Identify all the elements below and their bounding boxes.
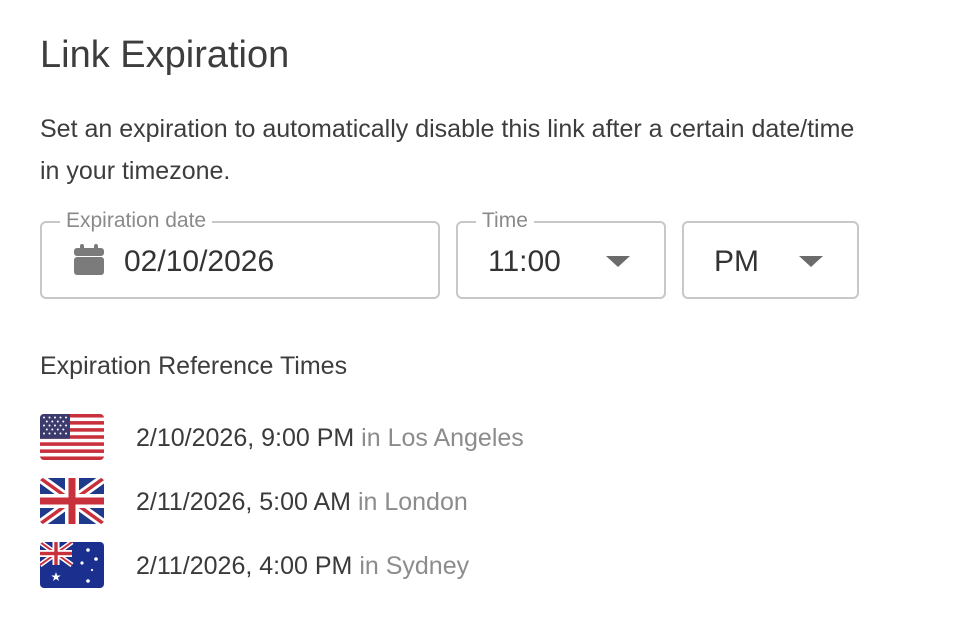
ampm-select[interactable]: PM xyxy=(682,221,859,299)
reference-city: in Los Angeles xyxy=(361,424,524,452)
reference-time: 2/10/2026, 9:00 PM xyxy=(136,424,355,452)
reference-row-london: 2/11/2026, 5:00 AM in London xyxy=(40,478,740,526)
reference-row-sydney: 2/11/2026, 4:00 PM in Sydney xyxy=(40,542,740,590)
reference-city: in Sydney xyxy=(359,552,470,580)
description: Set an expiration to automatically disab… xyxy=(40,115,855,185)
expiration-date-label: Expiration date xyxy=(60,208,213,234)
reference-row-los-angeles: 2/10/2026, 9:00 PM in Los Angeles xyxy=(40,414,740,462)
page-title: Link Expiration xyxy=(40,34,290,76)
reference-city: in London xyxy=(357,488,468,516)
reference-times-heading: Expiration Reference Times xyxy=(40,352,348,380)
reference-text: 2/11/2026, 4:00 PM in Sydney xyxy=(136,550,469,582)
calendar-icon[interactable] xyxy=(72,243,106,277)
expiration-date-field[interactable]: Expiration date 02/10/2026 xyxy=(40,208,440,299)
reference-text: 2/11/2026, 5:00 AM in London xyxy=(136,486,468,518)
au-flag-icon xyxy=(40,542,104,588)
time-label: Time xyxy=(476,208,534,234)
ampm-value: PM xyxy=(714,245,759,278)
reference-time: 2/11/2026, 4:00 PM xyxy=(136,552,353,580)
uk-flag-icon xyxy=(40,478,104,524)
expiration-date-value[interactable]: 02/10/2026 xyxy=(124,243,274,281)
chevron-down-icon xyxy=(799,256,823,267)
us-flag-icon xyxy=(40,414,104,460)
time-select[interactable]: Time 11:00 xyxy=(456,208,666,299)
reference-time: 2/11/2026, 5:00 AM xyxy=(136,488,351,516)
chevron-down-icon xyxy=(606,256,630,267)
time-value: 11:00 xyxy=(488,245,561,278)
reference-text: 2/10/2026, 9:00 PM in Los Angeles xyxy=(136,422,524,454)
